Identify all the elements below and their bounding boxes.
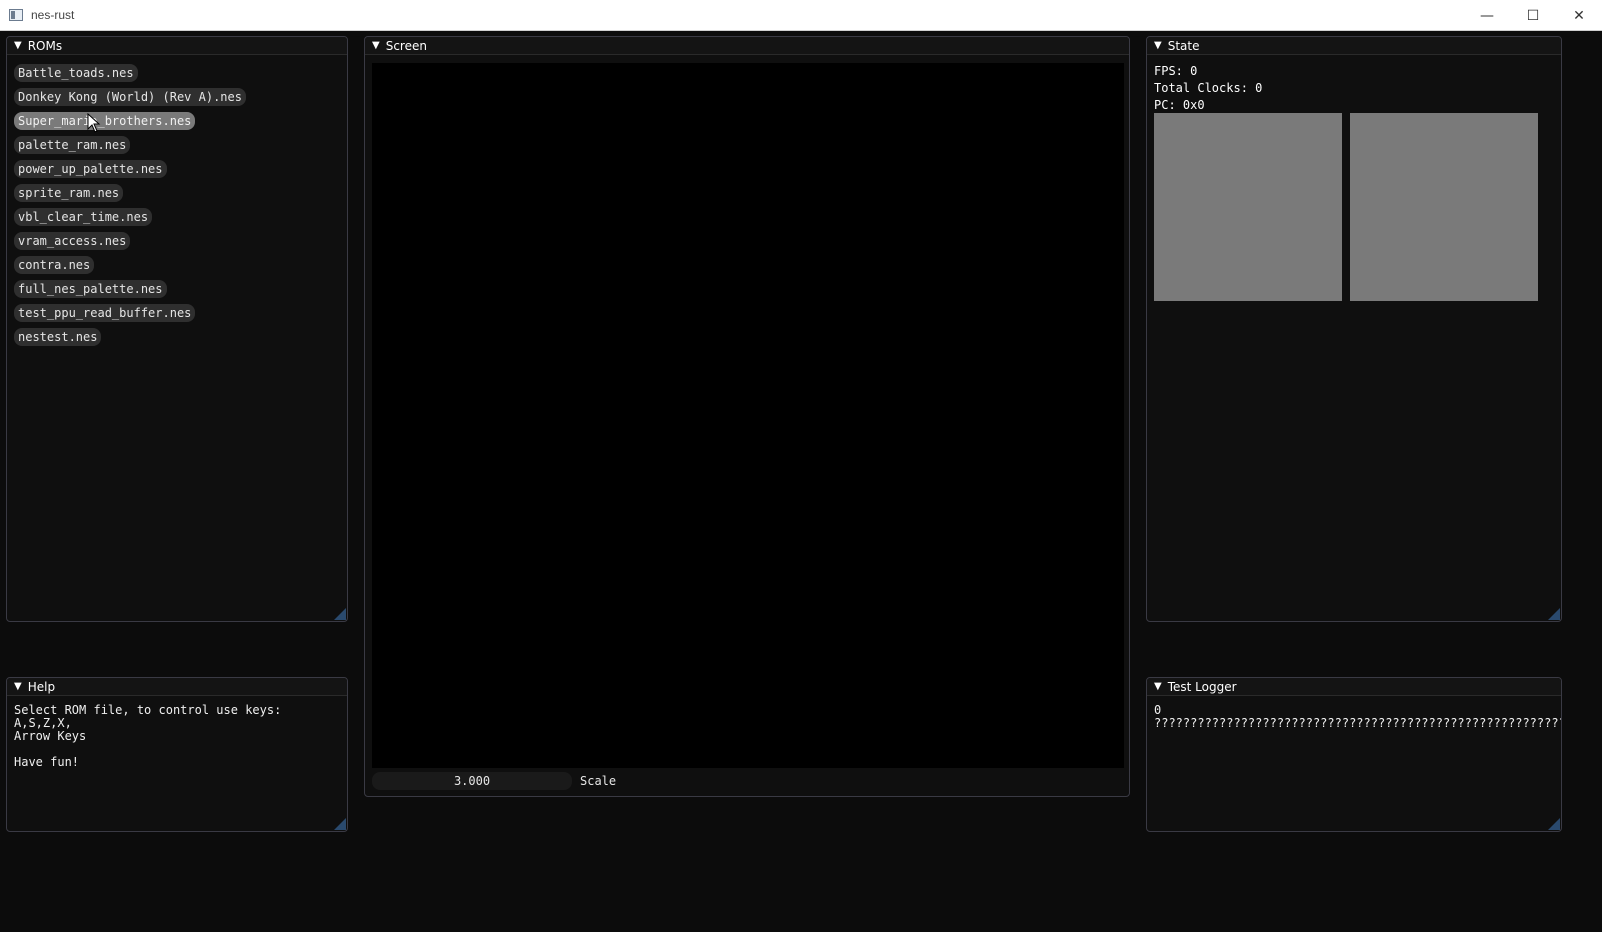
test-logger-panel-title: Test Logger: [1167, 679, 1237, 694]
pattern-table-right: [1350, 113, 1538, 301]
rom-button[interactable]: contra.nes: [14, 256, 95, 274]
rom-button[interactable]: vram_access.nes: [14, 232, 131, 250]
scale-control: 3.000 Scale: [372, 771, 616, 791]
rom-list-row: vram_access.nes: [14, 232, 340, 256]
app-icon: [9, 9, 23, 21]
scale-slider[interactable]: 3.000: [372, 772, 572, 790]
help-panel-title: Help: [27, 679, 56, 694]
rom-button[interactable]: Donkey Kong (World) (Rev A).nes: [14, 88, 246, 106]
rom-list-row: Battle_toads.nes: [14, 64, 340, 88]
roms-panel: ▼ ROMs Battle_toads.nes Donkey Kong (Worl…: [6, 36, 348, 622]
state-panel: ▼ State FPS: 0 Total Clocks: 0 PC: 0x0: [1146, 36, 1562, 622]
rom-list-row: full_nes_palette.nes: [14, 280, 340, 304]
rom-button[interactable]: Super_mario_brothers.nes: [14, 112, 196, 130]
rom-list-row: palette_ram.nes: [14, 136, 340, 160]
rom-list: Battle_toads.nes Donkey Kong (World) (Rev…: [7, 55, 347, 352]
collapse-triangle-icon[interactable]: ▼: [14, 40, 22, 51]
maximize-button[interactable]: ☐: [1510, 0, 1556, 31]
state-panel-header[interactable]: ▼ State: [1147, 37, 1561, 55]
resize-grip-icon[interactable]: [1548, 608, 1560, 620]
pc-readout: PC: 0x0: [1154, 98, 1205, 112]
roms-panel-header[interactable]: ▼ ROMs: [7, 37, 347, 55]
test-logger-panel: ▼ Test Logger 0 ????????????????????????…: [1146, 677, 1562, 832]
pattern-table-left: [1154, 113, 1342, 301]
collapse-triangle-icon[interactable]: ▼: [1154, 40, 1162, 51]
resize-grip-icon[interactable]: [334, 608, 346, 620]
minimize-button[interactable]: —: [1464, 0, 1510, 31]
rom-button[interactable]: Battle_toads.nes: [14, 64, 138, 82]
help-text: Select ROM file, to control use keys: A,…: [14, 703, 282, 769]
window-title: nes-rust: [31, 8, 75, 22]
collapse-triangle-icon[interactable]: ▼: [14, 681, 22, 692]
pattern-tables: [1154, 113, 1538, 301]
rom-list-row: sprite_ram.nes: [14, 184, 340, 208]
emulator-screen[interactable]: [372, 63, 1124, 768]
window-controls: — ☐ ✕: [1464, 0, 1602, 31]
rom-list-row: vbl_clear_time.nes: [14, 208, 340, 232]
rom-button[interactable]: palette_ram.nes: [14, 136, 131, 154]
mouse-cursor-icon: [87, 113, 101, 133]
screen-panel-title: Screen: [385, 38, 427, 53]
collapse-triangle-icon[interactable]: ▼: [1154, 681, 1162, 692]
rom-button[interactable]: power_up_palette.nes: [14, 160, 167, 178]
resize-grip-icon[interactable]: [334, 818, 346, 830]
screen-panel: ▼ Screen 3.000 Scale: [364, 36, 1130, 797]
help-panel: ▼ Help Select ROM file, to control use k…: [6, 677, 348, 832]
fps-readout: FPS: 0: [1154, 64, 1198, 78]
resize-grip-icon[interactable]: [1548, 818, 1560, 830]
rom-button[interactable]: nestest.nes: [14, 328, 102, 346]
rom-list-row: test_ppu_read_buffer.nes: [14, 304, 340, 328]
rom-button[interactable]: test_ppu_read_buffer.nes: [14, 304, 196, 322]
test-logger-panel-header[interactable]: ▼ Test Logger: [1147, 678, 1561, 696]
scale-label: Scale: [580, 774, 617, 788]
screen-panel-header[interactable]: ▼ Screen: [365, 37, 1129, 55]
rom-list-row: power_up_palette.nes: [14, 160, 340, 184]
rom-list-row: contra.nes: [14, 256, 340, 280]
collapse-triangle-icon[interactable]: ▼: [372, 40, 380, 51]
rom-button[interactable]: sprite_ram.nes: [14, 184, 124, 202]
help-panel-header[interactable]: ▼ Help: [7, 678, 347, 696]
close-button[interactable]: ✕: [1556, 0, 1602, 31]
state-panel-title: State: [1167, 38, 1200, 53]
rom-button[interactable]: vbl_clear_time.nes: [14, 208, 153, 226]
rom-list-row: Donkey Kong (World) (Rev A).nes: [14, 88, 340, 112]
total-clocks-readout: Total Clocks: 0: [1154, 81, 1263, 95]
window-titlebar[interactable]: nes-rust — ☐ ✕: [0, 0, 1602, 31]
state-readouts: FPS: 0 Total Clocks: 0 PC: 0x0: [1147, 55, 1561, 122]
roms-panel-title: ROMs: [27, 38, 63, 53]
logger-text: 0 ??????????????????????????????????????…: [1154, 703, 1562, 730]
rom-button[interactable]: full_nes_palette.nes: [14, 280, 167, 298]
rom-list-row: Super_mario_brothers.nes: [14, 112, 340, 136]
rom-list-row: nestest.nes: [14, 328, 340, 352]
